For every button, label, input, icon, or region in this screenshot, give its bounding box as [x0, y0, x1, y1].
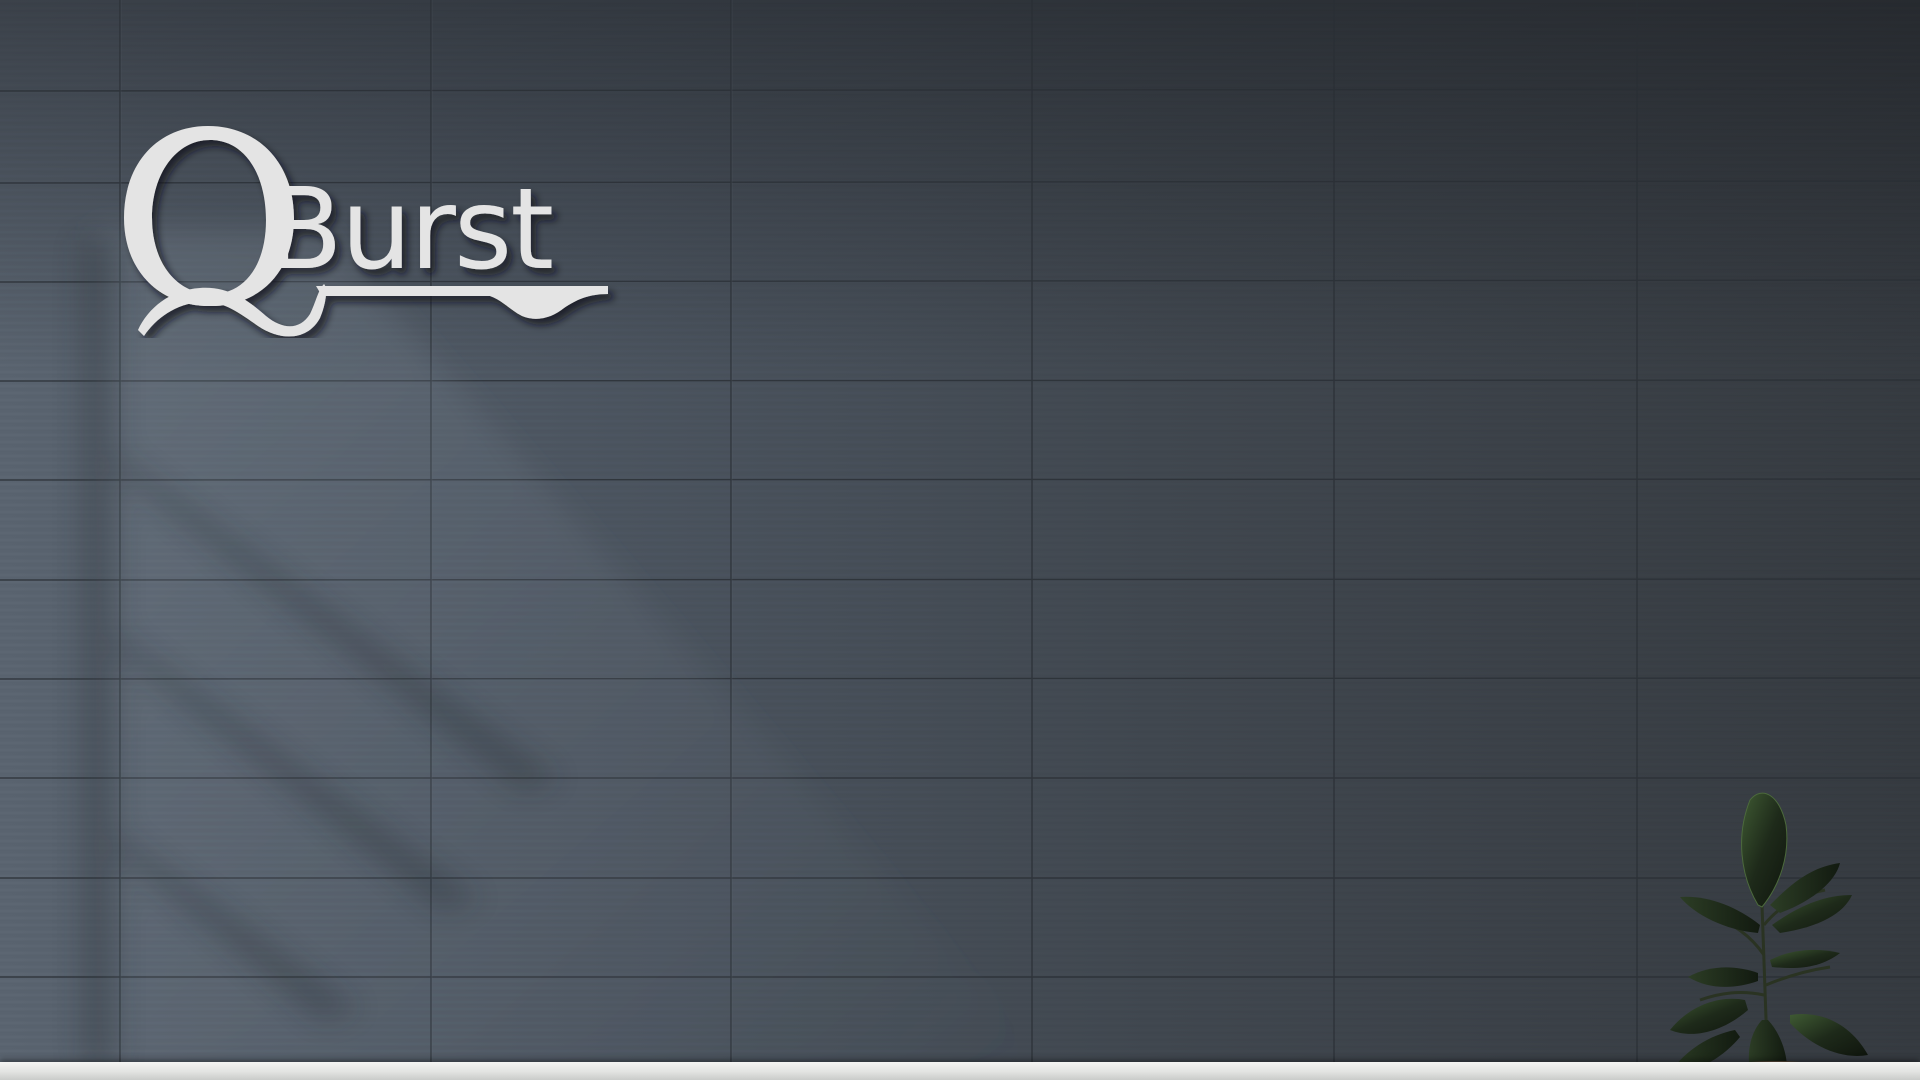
qburst-logo-graphic: Burst: [124, 126, 608, 337]
office-wall-scene: QBurst Burst: [0, 0, 1920, 1080]
company-logo: QBurst Burst: [118, 118, 638, 338]
white-ledge: [0, 1062, 1920, 1080]
svg-text:Burst: Burst: [266, 165, 552, 295]
potted-plant: [1670, 792, 1868, 1080]
